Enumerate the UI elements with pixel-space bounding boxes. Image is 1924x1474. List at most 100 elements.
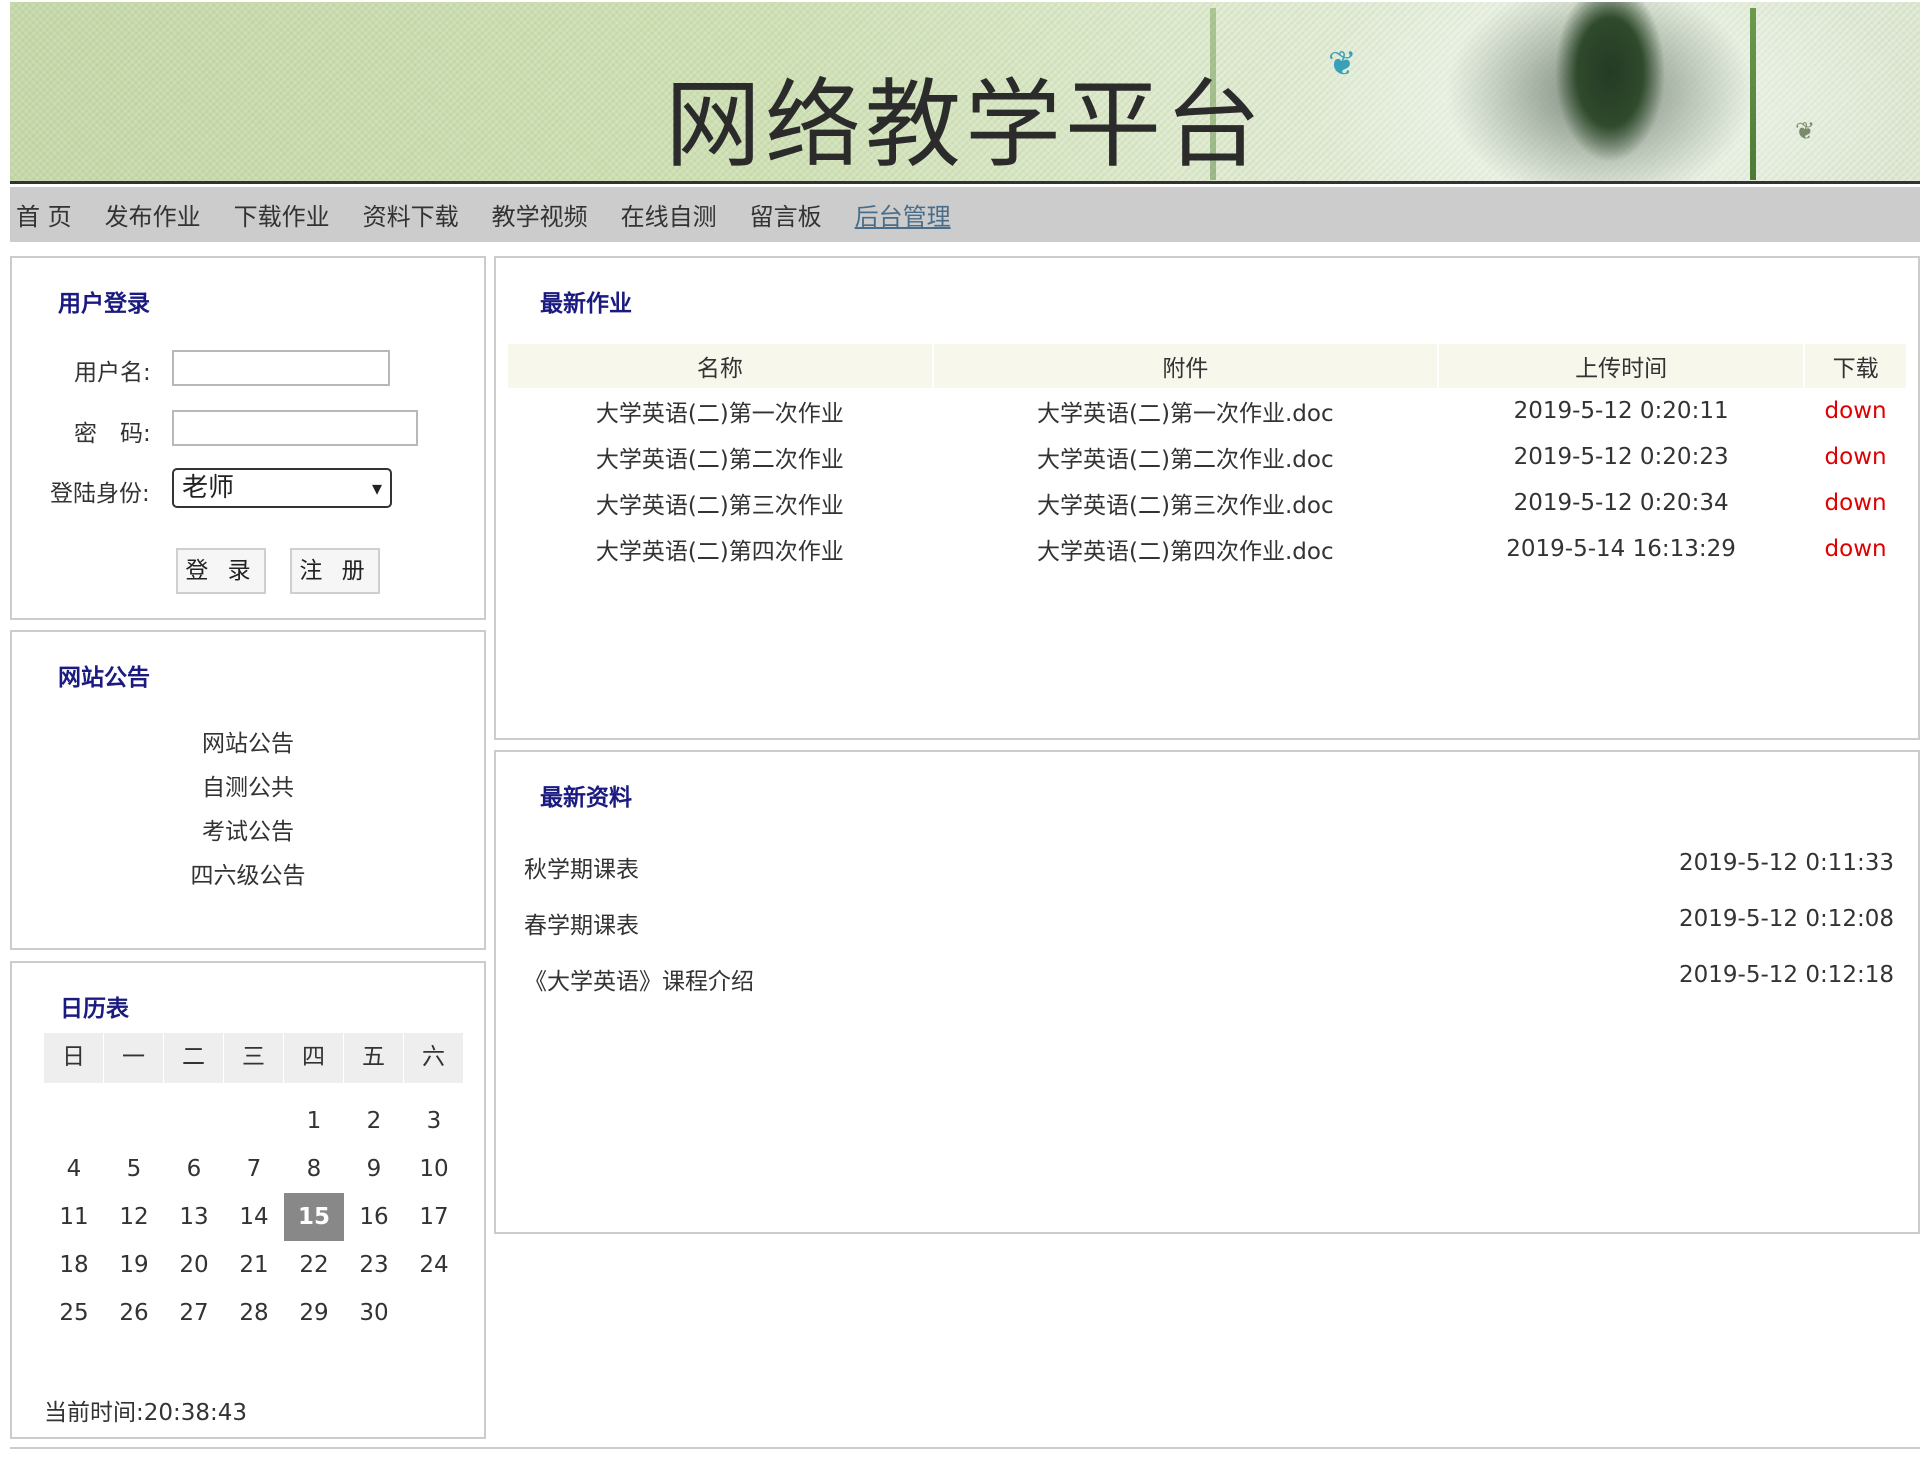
table-row: 大学英语(二)第三次作业 大学英语(二)第三次作业.doc 2019-5-12 … (508, 480, 1906, 526)
weekday-cell: 三 (224, 1033, 283, 1083)
download-link[interactable]: down (1805, 480, 1906, 526)
main-nav: 首 页 发布作业 下载作业 资料下载 教学视频 在线自测 留言板 后台管理 (10, 187, 1920, 242)
material-title-link[interactable]: 秋学期课表 (524, 850, 639, 884)
material-title-link[interactable]: 《大学英语》课程介绍 (524, 962, 754, 996)
download-link[interactable]: down (1805, 526, 1906, 572)
calendar-panel: 日历表 日 一 二 三 四 五 六 1 2 3 4 5 6 7 8 9 10 1… (10, 961, 486, 1439)
weekday-cell: 一 (104, 1033, 163, 1083)
day-cell-today: 15 (284, 1193, 344, 1241)
day-cell: 17 (419, 1204, 449, 1230)
material-date: 2019-5-12 0:12:18 (1678, 962, 1894, 988)
day-cell: 4 (66, 1156, 82, 1182)
site-title: 网络教学平台 (665, 69, 1265, 181)
footer-divider (10, 1447, 1920, 1449)
weekday-cell: 五 (344, 1033, 403, 1083)
calendar-week-row: 11 12 13 14 15 16 17 (44, 1193, 464, 1241)
day-cell: 9 (366, 1156, 382, 1182)
download-link[interactable]: down (1805, 434, 1906, 480)
homework-attachment: 大学英语(二)第四次作业.doc (1037, 539, 1334, 565)
column-header-upload-time: 上传时间 (1439, 344, 1804, 388)
day-cell: 2 (366, 1108, 382, 1134)
day-cell: 29 (299, 1300, 329, 1326)
calendar-week-row: 4 5 6 7 8 9 10 (44, 1145, 464, 1193)
login-panel: 用户登录 用户名: 密 码: 登陆身份: 老师 ▾ 登 录 注 册 (10, 256, 486, 620)
notice-panel: 网站公告 网站公告 自测公共 考试公告 四六级公告 (10, 630, 486, 950)
homework-upload-time: 2019-5-14 16:13:29 (1506, 536, 1736, 562)
notice-item[interactable]: 网站公告 (12, 722, 484, 766)
current-time: 当前时间:20:38:43 (44, 1400, 248, 1426)
homework-name: 大学英语(二)第三次作业 (595, 493, 844, 519)
calendar-week-row: 18 19 20 21 22 23 24 (44, 1241, 464, 1289)
password-input[interactable] (172, 410, 418, 446)
nav-item-materials[interactable]: 资料下载 (363, 197, 459, 232)
day-cell: 14 (239, 1204, 269, 1230)
material-title-link[interactable]: 春学期课表 (524, 906, 639, 940)
materials-title: 最新资料 (540, 785, 632, 811)
day-cell: 28 (239, 1300, 269, 1326)
notice-item[interactable]: 考试公告 (12, 810, 484, 854)
calendar-title: 日历表 (60, 996, 129, 1022)
day-cell: 7 (246, 1156, 262, 1182)
homework-upload-time: 2019-5-12 0:20:34 (1513, 490, 1729, 516)
download-link[interactable]: down (1805, 388, 1906, 434)
login-button[interactable]: 登 录 (176, 548, 266, 594)
homework-attachment: 大学英语(二)第三次作业.doc (1037, 493, 1334, 519)
nav-item-publish-homework[interactable]: 发布作业 (105, 197, 201, 232)
list-item: 春学期课表 2019-5-12 0:12:08 (524, 906, 1894, 946)
nav-item-videos[interactable]: 教学视频 (492, 197, 588, 232)
homework-upload-time: 2019-5-12 0:20:23 (1513, 444, 1729, 470)
day-cell: 5 (126, 1156, 142, 1182)
username-input[interactable] (172, 350, 390, 386)
list-item: 秋学期课表 2019-5-12 0:11:33 (524, 850, 1894, 890)
table-row: 大学英语(二)第一次作业 大学英语(二)第一次作业.doc 2019-5-12 … (508, 388, 1906, 434)
nav-item-guestbook[interactable]: 留言板 (750, 197, 822, 232)
day-cell: 20 (179, 1252, 209, 1278)
column-header-download: 下载 (1805, 344, 1906, 388)
day-cell (104, 1097, 164, 1145)
materials-panel: 最新资料 秋学期课表 2019-5-12 0:11:33 春学期课表 2019-… (494, 750, 1920, 1234)
notice-item[interactable]: 四六级公告 (12, 854, 484, 898)
day-cell (164, 1097, 224, 1145)
weekday-cell: 六 (404, 1033, 463, 1083)
day-cell: 30 (359, 1300, 389, 1326)
calendar-spacer (44, 1083, 464, 1097)
register-button[interactable]: 注 册 (290, 548, 380, 594)
material-date: 2019-5-12 0:12:08 (1678, 906, 1894, 932)
login-title: 用户登录 (58, 291, 150, 317)
homework-table: 名称 附件 上传时间 下载 大学英语(二)第一次作业 大学英语(二)第一次作业.… (506, 344, 1908, 572)
day-cell: 18 (59, 1252, 89, 1278)
nav-item-home[interactable]: 首 页 (16, 197, 72, 232)
homework-name: 大学英语(二)第二次作业 (595, 447, 844, 473)
day-cell: 26 (119, 1300, 149, 1326)
day-cell: 27 (179, 1300, 209, 1326)
role-select[interactable]: 老师 ▾ (172, 468, 392, 508)
notice-item[interactable]: 自测公共 (12, 766, 484, 810)
calendar-grid: 日 一 二 三 四 五 六 1 2 3 4 5 6 7 8 9 10 11 12… (44, 1033, 464, 1337)
role-select-value: 老师 (182, 473, 235, 503)
table-row: 大学英语(二)第二次作业 大学英语(二)第二次作业.doc 2019-5-12 … (508, 434, 1906, 480)
nav-item-admin[interactable]: 后台管理 (855, 197, 951, 232)
day-cell: 12 (119, 1204, 149, 1230)
day-cell: 3 (426, 1108, 442, 1134)
column-header-attachment: 附件 (933, 344, 1438, 388)
role-label: 登陆身份: (50, 481, 150, 507)
list-item: 《大学英语》课程介绍 2019-5-12 0:12:18 (524, 962, 1894, 1002)
day-cell: 19 (119, 1252, 149, 1278)
day-cell: 11 (59, 1204, 89, 1230)
day-cell: 1 (306, 1108, 322, 1134)
material-date: 2019-5-12 0:11:33 (1678, 850, 1894, 876)
calendar-week-row: 1 2 3 (44, 1097, 464, 1145)
homework-attachment: 大学英语(二)第二次作业.doc (1037, 447, 1334, 473)
homework-name: 大学英语(二)第一次作业 (595, 401, 844, 427)
nav-item-download-homework[interactable]: 下载作业 (234, 197, 330, 232)
calendar-weekday-row: 日 一 二 三 四 五 六 (44, 1033, 464, 1083)
homework-panel: 最新作业 名称 附件 上传时间 下载 大学英语(二)第一次作业 大学英语(二)第… (494, 256, 1920, 740)
password-label: 密 码: (74, 421, 151, 447)
nav-item-self-test[interactable]: 在线自测 (621, 197, 717, 232)
notice-title: 网站公告 (58, 665, 150, 691)
day-cell: 13 (179, 1204, 209, 1230)
homework-name: 大学英语(二)第四次作业 (595, 539, 844, 565)
day-cell: 21 (239, 1252, 269, 1278)
day-cell: 25 (59, 1300, 89, 1326)
column-header-name: 名称 (508, 344, 932, 388)
